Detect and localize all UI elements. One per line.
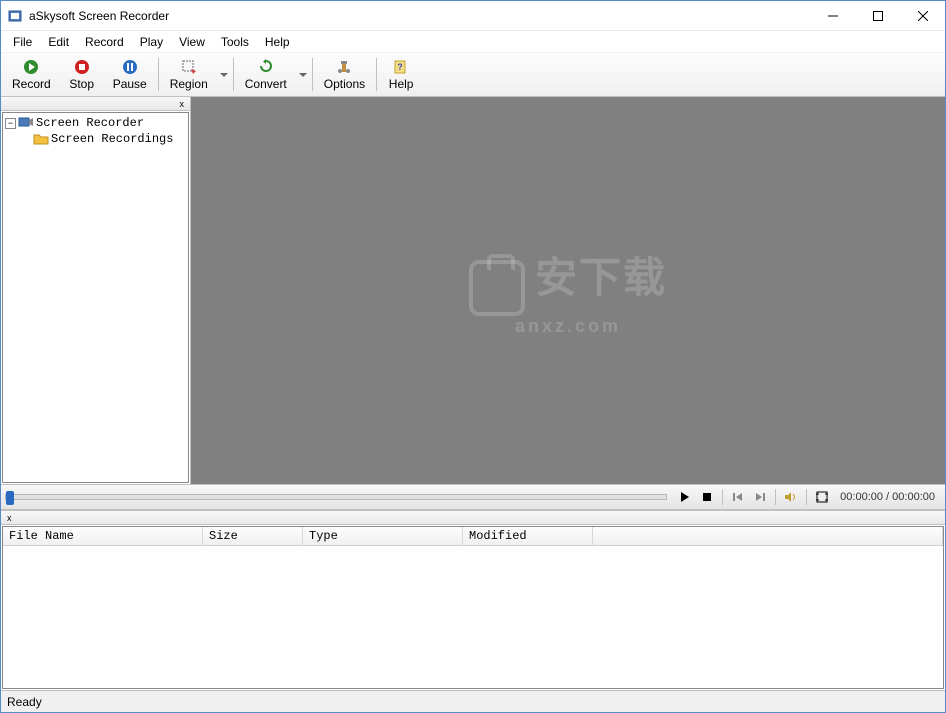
list-header: File Name Size Type Modified [3, 527, 943, 546]
region-button[interactable]: Region [161, 54, 217, 95]
menu-play[interactable]: Play [132, 33, 171, 51]
fullscreen-button[interactable] [812, 487, 832, 507]
region-dropdown[interactable] [217, 54, 231, 95]
watermark: 安下载 anxz.com [469, 244, 667, 338]
col-spacer [593, 527, 943, 545]
sidebar: x − Screen Recorder Screen Recordings [1, 97, 191, 484]
playback-bar: 00:00:00 / 00:00:00 [1, 484, 945, 510]
toolbar-separator [158, 58, 159, 91]
sidebar-header: x [1, 97, 190, 111]
status-text: Ready [7, 695, 42, 709]
playback-separator [775, 489, 776, 505]
toolbar-separator [376, 58, 377, 91]
tree-view[interactable]: − Screen Recorder Screen Recordings [2, 112, 189, 483]
file-list[interactable]: File Name Size Type Modified [2, 526, 944, 689]
options-icon [336, 59, 352, 75]
sidebar-close-button[interactable]: x [177, 99, 188, 109]
tree-root-label: Screen Recorder [36, 116, 144, 130]
convert-button[interactable]: Convert [236, 54, 296, 95]
bottom-close-button[interactable]: x [4, 513, 15, 523]
playback-separator [806, 489, 807, 505]
volume-button[interactable] [781, 487, 801, 507]
timecode: 00:00:00 / 00:00:00 [834, 491, 941, 503]
convert-icon [258, 59, 274, 75]
minimize-button[interactable] [810, 1, 855, 30]
preview-pane: 安下载 anxz.com [191, 97, 945, 484]
menu-help[interactable]: Help [257, 33, 298, 51]
next-frame-button[interactable] [750, 487, 770, 507]
recorder-icon [18, 116, 34, 130]
help-icon: ? [393, 59, 409, 75]
toolbar-separator [312, 58, 313, 91]
bottom-panel: x File Name Size Type Modified [1, 510, 945, 690]
tree-root[interactable]: − Screen Recorder [5, 115, 186, 131]
pause-button[interactable]: Pause [104, 54, 156, 95]
watermark-icon [469, 260, 525, 316]
main-area: x − Screen Recorder Screen Recordings 安下… [1, 97, 945, 484]
menu-edit[interactable]: Edit [40, 33, 77, 51]
titlebar: aSkysoft Screen Recorder [1, 1, 945, 31]
menu-view[interactable]: View [171, 33, 213, 51]
tree-child-label: Screen Recordings [51, 132, 173, 146]
col-size[interactable]: Size [203, 527, 303, 545]
statusbar: Ready [1, 690, 945, 712]
record-button[interactable]: Record [3, 54, 60, 95]
window-controls [810, 1, 945, 30]
folder-icon [33, 132, 49, 146]
menu-file[interactable]: File [5, 33, 40, 51]
col-type[interactable]: Type [303, 527, 463, 545]
tree-child[interactable]: Screen Recordings [5, 131, 186, 147]
options-button[interactable]: Options [315, 54, 374, 95]
help-button[interactable]: ? Help [379, 54, 423, 95]
seek-thumb[interactable] [6, 491, 14, 505]
playback-separator [722, 489, 723, 505]
close-button[interactable] [900, 1, 945, 30]
list-body[interactable] [3, 546, 943, 688]
play-button[interactable] [675, 487, 695, 507]
stop-icon [74, 59, 90, 75]
menu-record[interactable]: Record [77, 33, 132, 51]
toolbar: Record Stop Pause Region Convert Options… [1, 53, 945, 97]
stop-playback-button[interactable] [697, 487, 717, 507]
prev-frame-button[interactable] [728, 487, 748, 507]
seek-slider[interactable] [5, 494, 667, 500]
col-modified[interactable]: Modified [463, 527, 593, 545]
tree-collapse-icon[interactable]: − [5, 118, 16, 129]
menu-tools[interactable]: Tools [213, 33, 257, 51]
bottom-panel-header: x [1, 511, 945, 525]
toolbar-separator [233, 58, 234, 91]
record-icon [23, 59, 39, 75]
window-title: aSkysoft Screen Recorder [29, 9, 810, 23]
col-filename[interactable]: File Name [3, 527, 203, 545]
convert-dropdown[interactable] [296, 54, 310, 95]
maximize-button[interactable] [855, 1, 900, 30]
region-icon [181, 59, 197, 75]
app-icon [7, 8, 23, 24]
svg-text:?: ? [397, 62, 403, 72]
menubar: File Edit Record Play View Tools Help [1, 31, 945, 53]
stop-button[interactable]: Stop [60, 54, 104, 95]
pause-icon [122, 59, 138, 75]
